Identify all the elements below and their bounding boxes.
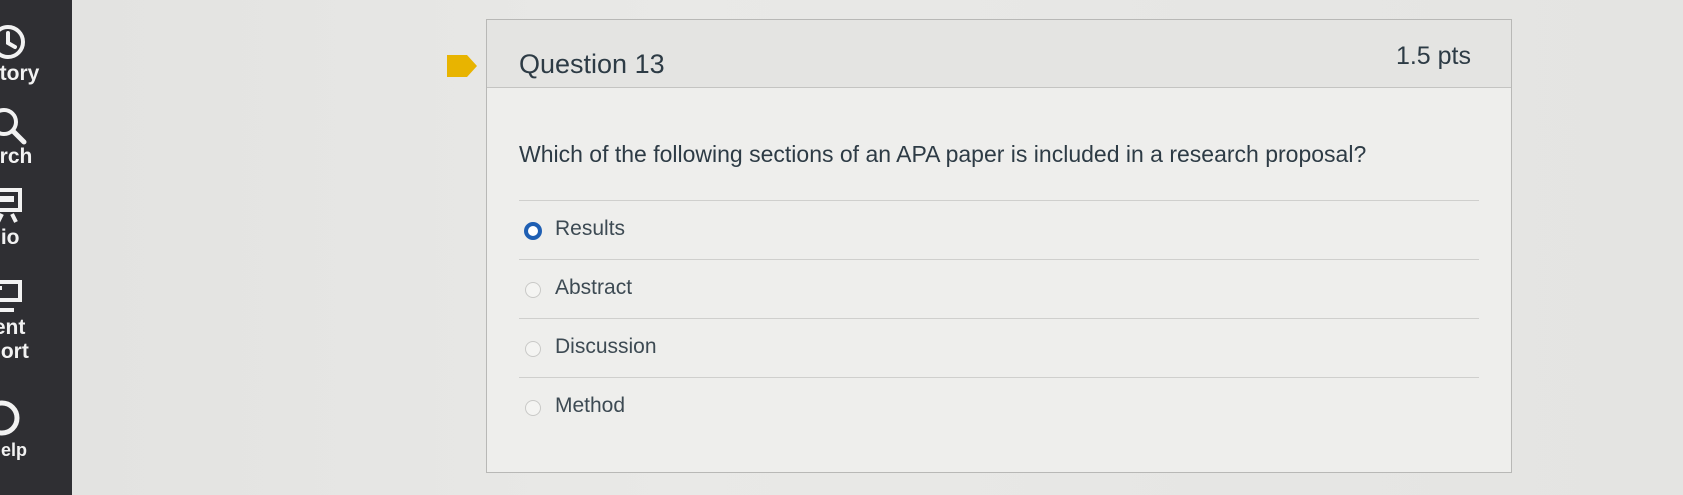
nav-label-search: arch (0, 145, 33, 168)
answer-label: Results (555, 217, 626, 240)
nav-item-history[interactable]: story (0, 22, 72, 86)
nav-item-help[interactable]: Help (0, 398, 72, 462)
radio-button[interactable] (525, 282, 541, 298)
nav-item-studio[interactable]: dio (0, 186, 72, 250)
nav-label-history: story (0, 62, 40, 85)
history-clock-icon (0, 25, 25, 59)
nav-label-help: Help (0, 440, 28, 460)
student-support-icon (0, 280, 22, 312)
search-magnifier-icon (0, 108, 27, 145)
question-text: Which of the following sections of an AP… (519, 141, 1367, 167)
nav-item-search[interactable]: arch (0, 105, 72, 169)
nav-item-student-support[interactable]: lent port (0, 276, 72, 364)
flag-question-icon[interactable] (447, 55, 477, 77)
question-points: 1.5 pts (1395, 42, 1471, 70)
answer-label: Abstract (555, 276, 633, 299)
radio-button[interactable] (525, 341, 541, 357)
answer-label: Discussion (555, 335, 657, 358)
help-icon (0, 400, 20, 436)
answer-option-method[interactable]: Method (519, 377, 1479, 436)
quiz-question-card: Question 13 1.5 pts Which of the followi… (486, 19, 1512, 473)
question-title: Question 13 (519, 49, 665, 79)
radio-button-selected[interactable] (524, 222, 542, 240)
nav-label-support: port (0, 340, 29, 363)
nav-label-studio: dio (0, 226, 20, 249)
global-navigation: story arch dio lent port Help (0, 0, 72, 495)
radio-button[interactable] (525, 400, 541, 416)
answer-option-abstract[interactable]: Abstract (519, 259, 1479, 318)
answer-list: Results Abstract Discussion Method (519, 200, 1479, 436)
answer-label: Method (555, 394, 626, 417)
nav-label-student: lent (0, 316, 26, 339)
question-header: Question 13 1.5 pts (487, 20, 1511, 88)
studio-icon (0, 188, 22, 223)
answer-option-discussion[interactable]: Discussion (519, 318, 1479, 377)
answer-option-results[interactable]: Results (519, 200, 1479, 259)
